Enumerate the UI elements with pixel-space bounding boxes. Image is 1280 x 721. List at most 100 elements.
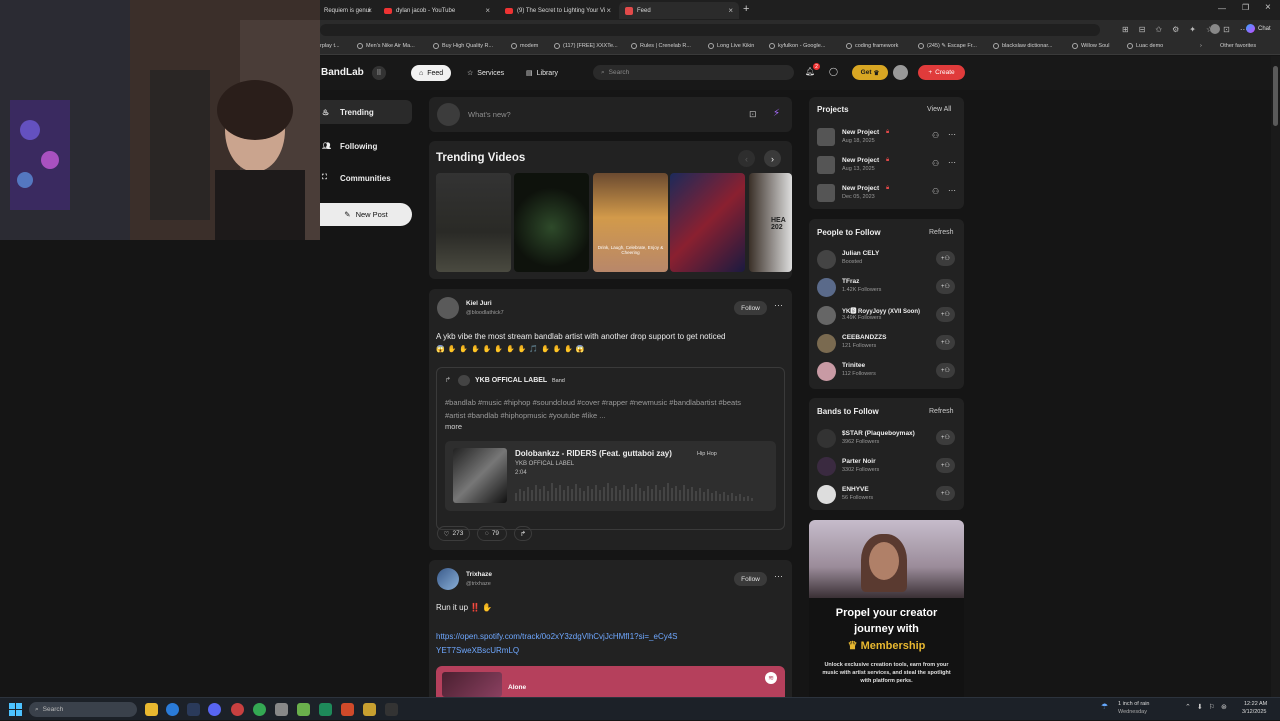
- lightning-icon[interactable]: ⚡︎: [773, 108, 780, 119]
- bookmark[interactable]: Men's Nike Air Ma...: [357, 43, 415, 49]
- band-avatar[interactable]: [817, 485, 836, 504]
- steam-icon[interactable]: [187, 703, 200, 716]
- follow-user-button[interactable]: +⚇: [936, 363, 955, 378]
- composer-input[interactable]: What's new?: [468, 110, 511, 119]
- person-name[interactable]: YK🅱 RoyyJoyy (XVII Soon): [842, 306, 920, 315]
- weather-text[interactable]: 1 inch of rain: [1118, 701, 1150, 707]
- bookmark[interactable]: modem: [511, 43, 538, 49]
- video-thumbnail[interactable]: [670, 173, 745, 272]
- follow-user-button[interactable]: +⚇: [936, 335, 955, 350]
- copilot-chat-button[interactable]: Chat: [1246, 24, 1271, 33]
- tab-feed[interactable]: Feed ×: [619, 2, 739, 19]
- spotify-icon[interactable]: ≋: [765, 672, 777, 684]
- sidebar-item-trending[interactable]: ♨ Trending: [320, 100, 412, 124]
- collab-icon[interactable]: ⚇: [932, 159, 939, 168]
- follow-band-button[interactable]: +⚇: [936, 430, 955, 445]
- app-icon[interactable]: [319, 703, 332, 716]
- scrollbar-thumb[interactable]: [1273, 66, 1278, 126]
- user-avatar[interactable]: [817, 250, 836, 269]
- person-name[interactable]: Trinitee: [842, 362, 865, 369]
- user-avatar[interactable]: [817, 278, 836, 297]
- close-window-icon[interactable]: ×: [1265, 2, 1271, 13]
- profile-avatar[interactable]: [1210, 24, 1220, 34]
- weather-icon[interactable]: ☂: [1101, 702, 1108, 711]
- comment-button[interactable]: ◌ 79: [477, 526, 507, 541]
- bookmark[interactable]: kyfulkon - Google...: [769, 43, 825, 49]
- bandlab-logo[interactable]: BandLab: [321, 67, 364, 78]
- nav-library[interactable]: ▤ Library: [526, 65, 558, 81]
- sidebar-item-communities[interactable]: ⛶ Communities: [320, 166, 412, 190]
- discord-icon[interactable]: [208, 703, 221, 716]
- author-avatar[interactable]: [437, 568, 459, 590]
- shared-label[interactable]: YKB OFFICAL LABEL: [475, 377, 547, 384]
- close-icon[interactable]: ×: [728, 6, 733, 15]
- new-tab-button[interactable]: +: [743, 3, 749, 15]
- post-author[interactable]: Kiel Juri: [466, 300, 492, 307]
- system-tray-icons[interactable]: ⌃⬇⚐⊛: [1185, 703, 1233, 711]
- chevron-right-icon[interactable]: ›: [1200, 43, 1202, 49]
- app-icon[interactable]: [341, 703, 354, 716]
- carousel-next-button[interactable]: ›: [764, 150, 781, 167]
- user-avatar[interactable]: [893, 65, 908, 80]
- bookmark[interactable]: (245) ✎ Escape Fr...: [918, 43, 977, 49]
- bookmark[interactable]: Willow Soul: [1072, 43, 1109, 49]
- close-icon[interactable]: ×: [367, 6, 372, 15]
- image-icon[interactable]: ⊡: [749, 109, 757, 120]
- bookmark[interactable]: Buy High Quality R...: [433, 43, 493, 49]
- collab-icon[interactable]: ⚇: [932, 131, 939, 140]
- page-scrollbar[interactable]: [1271, 56, 1280, 697]
- app-icon[interactable]: [385, 703, 398, 716]
- file-explorer-icon[interactable]: [145, 703, 158, 716]
- search-input[interactable]: ⌕ Search: [593, 65, 794, 80]
- close-icon[interactable]: ×: [606, 6, 611, 15]
- refresh-link[interactable]: Refresh: [929, 229, 954, 236]
- video-thumbnail[interactable]: HEA 202: [749, 173, 792, 272]
- membership-promo[interactable]: Propel your creator journey with ♛ Membe…: [809, 520, 964, 697]
- nav-feed[interactable]: ⌂ Feed: [411, 65, 452, 81]
- sidebar-item-following[interactable]: 👥︎ Following: [320, 134, 412, 158]
- person-name[interactable]: Julian CELY: [842, 250, 879, 257]
- spotify-link[interactable]: https://open.spotify.com/track/0o2xY3zdg…: [436, 630, 681, 658]
- spotify-embed[interactable]: Alone ≋: [436, 666, 785, 697]
- view-all-link[interactable]: View All: [927, 106, 951, 113]
- author-avatar[interactable]: [437, 297, 459, 319]
- more-options-icon[interactable]: ⋯: [948, 186, 956, 195]
- apps-grid-icon[interactable]: ⠿: [372, 66, 386, 80]
- band-name[interactable]: ENHYVE: [842, 486, 869, 493]
- more-options-icon[interactable]: ⋯: [948, 130, 956, 139]
- new-post-button[interactable]: ✎ New Post: [320, 203, 412, 226]
- band-name[interactable]: Parter Noir: [842, 458, 876, 465]
- other-favorites[interactable]: Other favorites: [1220, 43, 1256, 49]
- shared-post[interactable]: ↱ YKB OFFICAL LABEL Band #bandlab #music…: [436, 367, 785, 530]
- waveform[interactable]: [515, 477, 770, 505]
- video-thumbnail[interactable]: [514, 173, 589, 272]
- bookmark[interactable]: Rules | Crenelab R...: [631, 43, 691, 49]
- edge-icon[interactable]: [166, 703, 179, 716]
- chrome-icon[interactable]: [253, 703, 266, 716]
- tab-youtube[interactable]: dylan jacob - YouTube ×: [378, 2, 496, 19]
- app-icon[interactable]: [275, 703, 288, 716]
- bookmark[interactable]: Long Live Kikin: [708, 43, 754, 49]
- close-icon[interactable]: ×: [485, 6, 490, 15]
- user-avatar[interactable]: [817, 362, 836, 381]
- bookmark[interactable]: (117) [FREE] XXXTe...: [554, 43, 618, 49]
- windows-start-icon[interactable]: [9, 703, 22, 716]
- person-name[interactable]: CEEBANDZZS: [842, 334, 886, 341]
- taskbar-search[interactable]: ⌕ Search: [29, 702, 137, 717]
- follow-user-button[interactable]: +⚇: [936, 279, 955, 294]
- url-field[interactable]: [320, 24, 1100, 36]
- bookmark[interactable]: rplay t...: [320, 43, 340, 49]
- person-name[interactable]: TFraz: [842, 278, 859, 285]
- user-avatar[interactable]: [817, 306, 836, 325]
- track-player[interactable]: Dolobankzz - RIDERS (Feat. guttaboi zay)…: [445, 441, 776, 511]
- follow-button[interactable]: Follow: [734, 572, 767, 586]
- follow-band-button[interactable]: +⚇: [936, 458, 955, 473]
- messages-icon[interactable]: ◯: [829, 67, 838, 76]
- clock-time[interactable]: 12:22 AM: [1244, 701, 1267, 707]
- maximize-icon[interactable]: ❐: [1242, 3, 1249, 12]
- minimize-icon[interactable]: —: [1218, 4, 1226, 13]
- follow-user-button[interactable]: +⚇: [936, 251, 955, 266]
- more-options-icon[interactable]: ⋯: [774, 300, 783, 311]
- share-button[interactable]: ↱: [514, 526, 532, 541]
- band-avatar[interactable]: [817, 429, 836, 448]
